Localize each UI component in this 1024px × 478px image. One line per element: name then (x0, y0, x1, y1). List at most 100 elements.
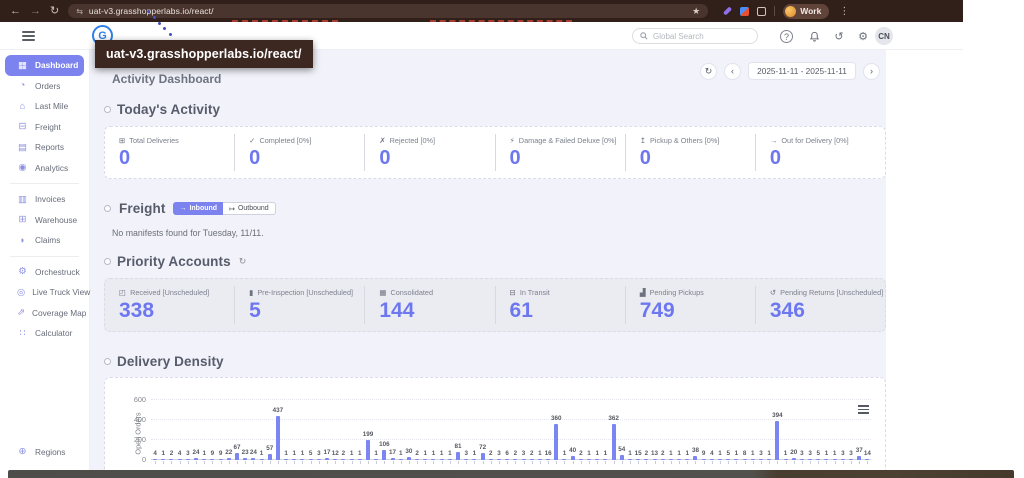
bar-value-label: 2 (579, 450, 583, 457)
back-button[interactable]: ← (10, 6, 21, 17)
stat-card-icon: → (770, 136, 778, 145)
bar-value-label: 5 (817, 450, 821, 457)
sidebar-item-reports[interactable]: ▤ Reports (5, 137, 84, 158)
date-range-input[interactable]: 2025-11-11 - 2025-11-11 (748, 62, 856, 80)
chart-bar: 8 (741, 400, 749, 460)
sidebar-item-last-mile[interactable]: ⌂ Last Mile (5, 96, 84, 117)
bar-value-label: 1 (293, 450, 297, 457)
chart-bar: 1 (356, 400, 364, 460)
bar-value-label: 38 (692, 447, 699, 454)
chart-bar: 1 (372, 400, 380, 460)
forward-button[interactable]: → (30, 6, 41, 17)
section-toggle-icon[interactable] (104, 258, 111, 265)
settings-gear-icon[interactable]: ⚙ (855, 28, 871, 44)
sidebar-item-warehouse[interactable]: ⊞ Warehouse (5, 210, 84, 231)
chart-bar: 9 (208, 400, 216, 460)
freight-truck-icon: ⊟ (17, 121, 28, 132)
section-toggle-icon[interactable] (104, 358, 111, 365)
sidebar-item-orders[interactable]: ◔ Orders (5, 76, 84, 97)
bar-value-label: 57 (266, 445, 273, 452)
menu-icon[interactable] (22, 31, 35, 41)
inbound-tab[interactable]: → Inbound (173, 202, 223, 215)
bar-value-label: 1 (751, 450, 755, 457)
bar-value-label: 24 (193, 449, 200, 456)
global-search[interactable] (632, 28, 758, 44)
chart-bar: 1 (749, 400, 757, 460)
help-icon[interactable]: ? (780, 30, 793, 43)
reload-button[interactable]: ↻ (50, 6, 59, 17)
stat-card-icon: ✓ (249, 136, 255, 145)
notifications-bell-icon[interactable] (806, 28, 822, 44)
bar-value-label: 37 (856, 447, 863, 454)
stat-card-value: 61 (510, 299, 625, 322)
sidebar-item-calculator[interactable]: ∷ Calculator (5, 323, 84, 344)
sidebar-item-claims[interactable]: ◗ Claims (5, 230, 84, 251)
section-title-density: Delivery Density (117, 354, 224, 369)
bar-value-label: 1 (538, 450, 542, 457)
stat-card-value: 749 (640, 299, 755, 322)
chart-bar: 362 (610, 400, 618, 460)
docs-extension-icon[interactable] (740, 7, 749, 16)
sidebar-item-invoices[interactable]: ▥ Invoices (5, 189, 84, 210)
bar-value-label: 1 (399, 450, 403, 457)
search-input[interactable] (653, 32, 750, 41)
sidebar-item-orchestruck[interactable]: ⚙ Orchestruck (5, 262, 84, 283)
address-bar[interactable]: ⇆ uat-v3.grasshopperlabs.io/react/ ★ (68, 4, 708, 18)
today-activity-panel: ⊞Total Deliveries0✓Completed [0%]0✗Rejec… (104, 126, 886, 179)
history-icon[interactable]: ↺ (831, 28, 847, 44)
main-content: Activity Dashboard ↻ ‹ 2025-11-11 - 2025… (90, 50, 886, 470)
live-truck-view-icon: ◎ (17, 287, 25, 298)
user-avatar[interactable]: CN (875, 27, 893, 45)
sidebar-item-dashboard[interactable]: ▦ Dashboard (5, 55, 84, 76)
bookmark-star-icon[interactable]: ★ (692, 6, 700, 17)
bar-value-label: 1 (374, 450, 378, 457)
chart-bar: 4 (151, 400, 159, 460)
chart-bar: 12 (331, 400, 339, 460)
stat-card-icon: ⚡ (510, 136, 515, 145)
refresh-button[interactable]: ↻ (700, 63, 717, 80)
section-toggle-icon[interactable] (104, 106, 111, 113)
chart-bars: 4124324199226723241574371115317122111991… (151, 400, 871, 460)
bar-value-label: 15 (635, 450, 642, 457)
stat-card: ↥Pickup & Others [0%]0 (625, 134, 755, 171)
chart-bar: 17 (388, 400, 396, 460)
sidebar-item-live-truck-view[interactable]: ◎ Live Truck View (5, 282, 84, 303)
bar-value-label: 1 (448, 450, 452, 457)
stat-card-label: Rejected [0%] (390, 136, 435, 145)
outbound-tab[interactable]: ↦ Outbound (223, 202, 276, 215)
chart-bar: 1 (765, 400, 773, 460)
chart-bar: 1 (290, 400, 298, 460)
pen-extension-icon[interactable] (723, 6, 732, 15)
bar-value-label: 9 (702, 450, 706, 457)
chart-plot-area: 600 400 200 0 Open Orders 41243241992267… (151, 400, 871, 460)
sidebar-item-freight[interactable]: ⊟ Freight (5, 117, 84, 138)
stat-card-label: Pending Returns [Unscheduled] (780, 288, 883, 297)
stat-card-icon: ⊞ (119, 136, 125, 145)
extensions-puzzle-icon[interactable] (757, 7, 766, 16)
priority-refresh-icon[interactable]: ↻ (239, 256, 247, 267)
sidebar-item-regions[interactable]: ⊕ Regions (5, 442, 84, 463)
section-toggle-icon[interactable] (104, 205, 111, 212)
orders-icon: ◔ (17, 80, 28, 91)
bar-value-label: 3 (759, 450, 763, 457)
chart-bar: 1 (429, 400, 437, 460)
next-date-button[interactable]: › (863, 63, 880, 80)
stat-card: ▦Consolidated144 (364, 286, 494, 324)
browser-profile-chip[interactable]: Work (783, 4, 829, 19)
chart-bar: 3 (839, 400, 847, 460)
stat-card-value: 0 (249, 147, 364, 169)
chart-bar: 1 (781, 400, 789, 460)
chart-bar: 1 (298, 400, 306, 460)
chart-bar: 1 (397, 400, 405, 460)
bar-value-label: 1 (424, 450, 428, 457)
chart-bar: 2 (339, 400, 347, 460)
prev-date-button[interactable]: ‹ (724, 63, 741, 80)
bar-value-label: 3 (464, 450, 468, 457)
sidebar-item-coverage-map[interactable]: ⇗ Coverage Map (5, 303, 84, 324)
browser-menu-icon[interactable]: ⋮ (839, 6, 849, 17)
chart-bar: 17 (323, 400, 331, 460)
bar-value-label: 1 (718, 450, 722, 457)
warehouse-icon: ⊞ (17, 214, 28, 225)
sidebar-item-analytics[interactable]: ◉ Analytics (5, 158, 84, 179)
bar-value-label: 3 (317, 450, 321, 457)
